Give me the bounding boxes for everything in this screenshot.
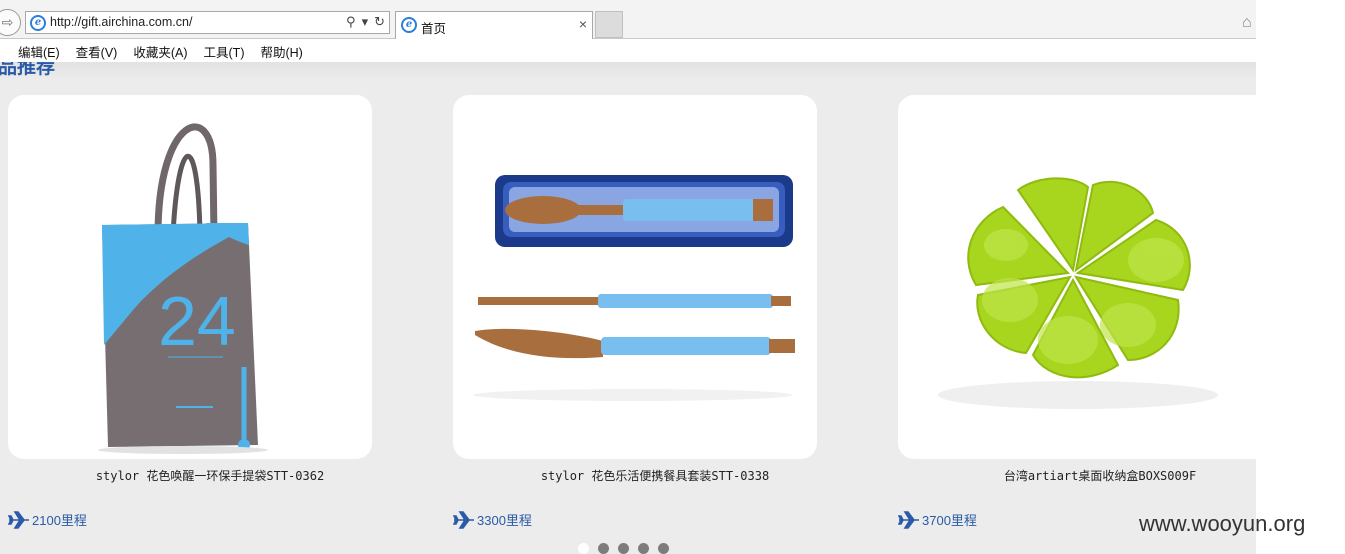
menu-tools[interactable]: 工具(T) [204,42,245,61]
carousel-dot[interactable] [578,543,589,554]
svg-text:24: 24 [158,282,236,360]
menu-favorites[interactable]: 收藏夹(A) [133,42,187,61]
title-strip [0,62,1256,80]
menu-edit[interactable]: 编辑(E) [18,42,60,61]
menu-bar: 编辑(E) 查看(V) 收藏夹(A) 工具(T) 帮助(H) [0,40,1256,62]
menu-help[interactable]: 帮助(H) [260,42,302,61]
product-image-cutlery-set[interactable] [453,95,817,459]
product-name[interactable]: 台湾artiart桌面收纳盒BOXS009F [918,467,1256,484]
tab-title: 首页 [421,22,447,36]
product-price: 3700里程 [898,510,977,529]
new-tab-button[interactable] [595,11,623,38]
dropdown-icon[interactable]: ▾ [362,14,369,30]
address-row: ⇨ e http://gift.airchina.com.cn/ ⚲ ▾ ↻ e… [0,0,1256,39]
close-icon[interactable]: × [579,16,587,32]
carousel-pagination [578,543,669,554]
home-icon[interactable]: ⌂ [1242,14,1252,32]
carousel-dot[interactable] [618,543,629,554]
tab-home[interactable]: e 首页 × [395,11,593,39]
menu-view[interactable]: 查看(V) [76,42,118,61]
price-text[interactable]: 2100里程 [32,510,87,529]
product-name[interactable]: stylor 花色乐活便携餐具套装STT-0338 [473,467,837,484]
section-title: 品推荐 [0,62,56,78]
product-image-tote-bag[interactable]: 24 [8,95,372,459]
browser-chrome: ⇨ e http://gift.airchina.com.cn/ ⚲ ▾ ↻ e… [0,0,1274,62]
address-url[interactable]: http://gift.airchina.com.cn/ [50,15,192,29]
search-icon[interactable]: ⚲ [346,14,356,30]
page-content: 品推荐 24 stylor 花色唤醒一环保手提袋STT-0362 2100里程 … [0,62,1256,554]
right-margin [1256,0,1345,554]
product-price: 3300里程 [453,510,532,529]
carousel-dot[interactable] [598,543,609,554]
plane-icon [8,510,29,529]
address-bar[interactable]: e http://gift.airchina.com.cn/ ⚲ ▾ ↻ [25,11,390,34]
product-image-storage-box[interactable] [898,95,1256,459]
price-text[interactable]: 3300里程 [477,510,532,529]
plane-icon [453,510,474,529]
price-text[interactable]: 3700里程 [922,510,977,529]
carousel-dot[interactable] [658,543,669,554]
product-name[interactable]: stylor 花色唤醒一环保手提袋STT-0362 [28,467,392,484]
ie-logo-icon: e [30,15,46,31]
plane-icon [898,510,919,529]
watermark: www.wooyun.org [1139,511,1306,536]
ie-logo-icon: e [401,17,417,33]
refresh-icon[interactable]: ↻ [374,14,385,30]
back-button[interactable]: ⇨ [0,9,21,36]
carousel-dot[interactable] [638,543,649,554]
product-price: 2100里程 [8,510,87,529]
back-arrow-icon: ⇨ [1,14,14,30]
